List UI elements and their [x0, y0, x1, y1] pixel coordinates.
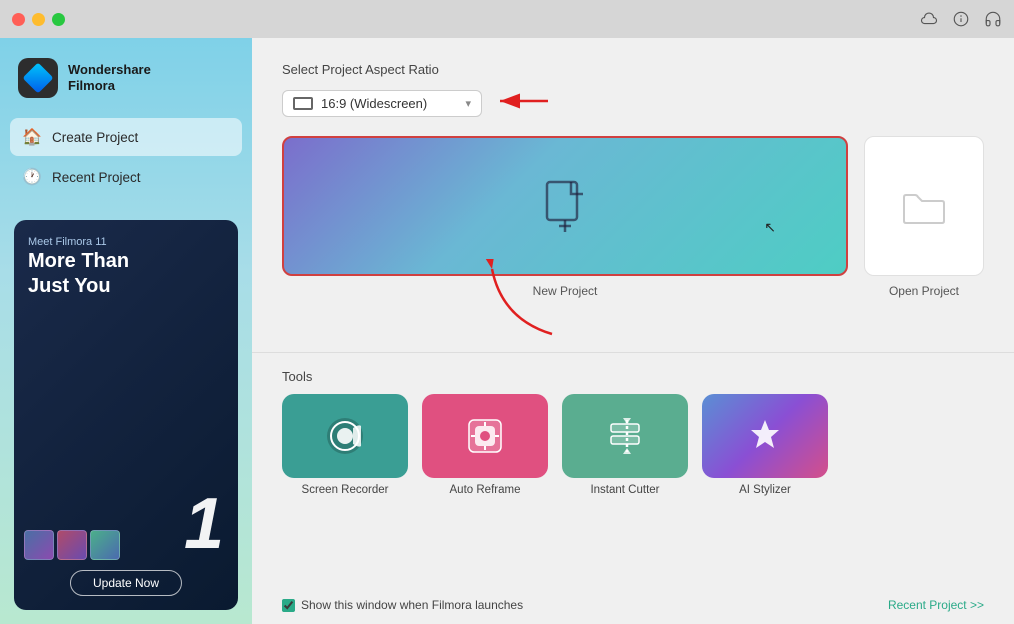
aspect-ratio-row: 16:9 (Widescreen) ▾ [282, 87, 984, 120]
open-project-card: Open Project [864, 136, 984, 298]
show-window-checkbox-row: Show this window when Filmora launches [282, 598, 523, 612]
logo-icon [18, 58, 58, 98]
instant-cutter-button[interactable] [562, 394, 688, 478]
promo-img-2 [57, 530, 87, 560]
brand-name-line1: Wondershare [68, 62, 151, 78]
screen-recorder-label: Screen Recorder [302, 484, 389, 496]
promo-subtitle: Just You [28, 275, 224, 298]
auto-reframe-button[interactable] [422, 394, 548, 478]
auto-reframe-icon [463, 414, 507, 458]
close-button[interactable] [12, 13, 25, 26]
titlebar [0, 0, 1014, 38]
main-panel: Select Project Aspect Ratio 16:9 (Widesc… [252, 38, 1014, 624]
info-icon[interactable] [952, 10, 970, 28]
footer: Show this window when Filmora launches R… [252, 588, 1014, 624]
promo-number: 1 [184, 488, 224, 560]
section-divider [252, 352, 1014, 353]
chevron-down-icon: ▾ [465, 97, 471, 110]
aspect-ratio-icon [293, 97, 313, 110]
sidebar-nav: 🏠 Create Project 🕐 Recent Project [0, 114, 252, 200]
sidebar-label-create: Create Project [52, 130, 138, 145]
sidebar: Wondershare Filmora 🏠 Create Project 🕐 R… [0, 38, 252, 624]
sidebar-label-recent: Recent Project [52, 170, 141, 185]
tools-title: Tools [282, 369, 984, 384]
titlebar-icons [920, 10, 1002, 28]
ai-stylizer-icon [743, 414, 787, 458]
brand-name-line2: Filmora [68, 78, 151, 94]
tool-item-screen-recorder: Screen Recorder [282, 394, 408, 496]
promo-img-3 [90, 530, 120, 560]
promo-banner: Meet Filmora 11 More Than Just You 1 Upd… [14, 220, 238, 610]
tool-item-instant-cutter: Instant Cutter [562, 394, 688, 496]
aspect-ratio-label: Select Project Aspect Ratio [282, 62, 984, 77]
open-project-button[interactable] [864, 136, 984, 276]
recent-project-link[interactable]: Recent Project >> [888, 598, 984, 612]
sidebar-item-create-project[interactable]: 🏠 Create Project [10, 118, 242, 156]
headset-icon[interactable] [984, 10, 1002, 28]
tool-item-auto-reframe: Auto Reframe [422, 394, 548, 496]
show-window-label: Show this window when Filmora launches [301, 598, 523, 612]
arrow-to-dropdown [490, 87, 550, 120]
sidebar-item-recent-project[interactable]: 🕐 Recent Project [10, 158, 242, 196]
project-section: ↖ New Project Open Project [282, 136, 984, 322]
cloud-icon[interactable] [920, 10, 938, 28]
sidebar-logo: Wondershare Filmora [0, 38, 252, 114]
open-project-icon [902, 187, 946, 225]
promo-img-1 [24, 530, 54, 560]
promo-meet-text: Meet Filmora 11 [28, 236, 224, 248]
show-window-checkbox[interactable] [282, 599, 295, 612]
home-icon: 🏠 [22, 127, 42, 147]
promo-images [24, 530, 120, 560]
ai-stylizer-label: AI Stylizer [739, 484, 791, 496]
cursor-pointer: ↖ [764, 219, 776, 236]
open-project-label: Open Project [889, 284, 959, 298]
promo-title: More Than [28, 250, 224, 273]
screen-recorder-button[interactable] [282, 394, 408, 478]
project-cards: ↖ New Project Open Project [282, 136, 984, 298]
instant-cutter-label: Instant Cutter [590, 484, 659, 496]
tools-section: Tools Screen Recorder [282, 369, 984, 588]
new-project-card: ↖ New Project [282, 136, 848, 298]
ai-stylizer-button[interactable] [702, 394, 828, 478]
new-project-icon [541, 180, 589, 232]
maximize-button[interactable] [52, 13, 65, 26]
aspect-ratio-select[interactable]: 16:9 (Widescreen) ▾ [282, 90, 482, 117]
minimize-button[interactable] [32, 13, 45, 26]
window-controls [12, 13, 65, 26]
clock-icon: 🕐 [22, 167, 42, 187]
update-now-button[interactable]: Update Now [70, 570, 182, 596]
logo-diamond [22, 62, 53, 93]
auto-reframe-label: Auto Reframe [450, 484, 521, 496]
logo-text: Wondershare Filmora [68, 62, 151, 93]
screen-recorder-icon [323, 414, 367, 458]
tool-item-ai-stylizer: AI Stylizer [702, 394, 828, 496]
app-body: Wondershare Filmora 🏠 Create Project 🕐 R… [0, 38, 1014, 624]
arrow-to-new-project [482, 259, 562, 344]
instant-cutter-icon [603, 414, 647, 458]
tools-grid: Screen Recorder [282, 394, 984, 496]
main-content-area: Select Project Aspect Ratio 16:9 (Widesc… [252, 38, 1014, 588]
aspect-ratio-value: 16:9 (Widescreen) [321, 96, 457, 111]
new-project-button[interactable]: ↖ [282, 136, 848, 276]
